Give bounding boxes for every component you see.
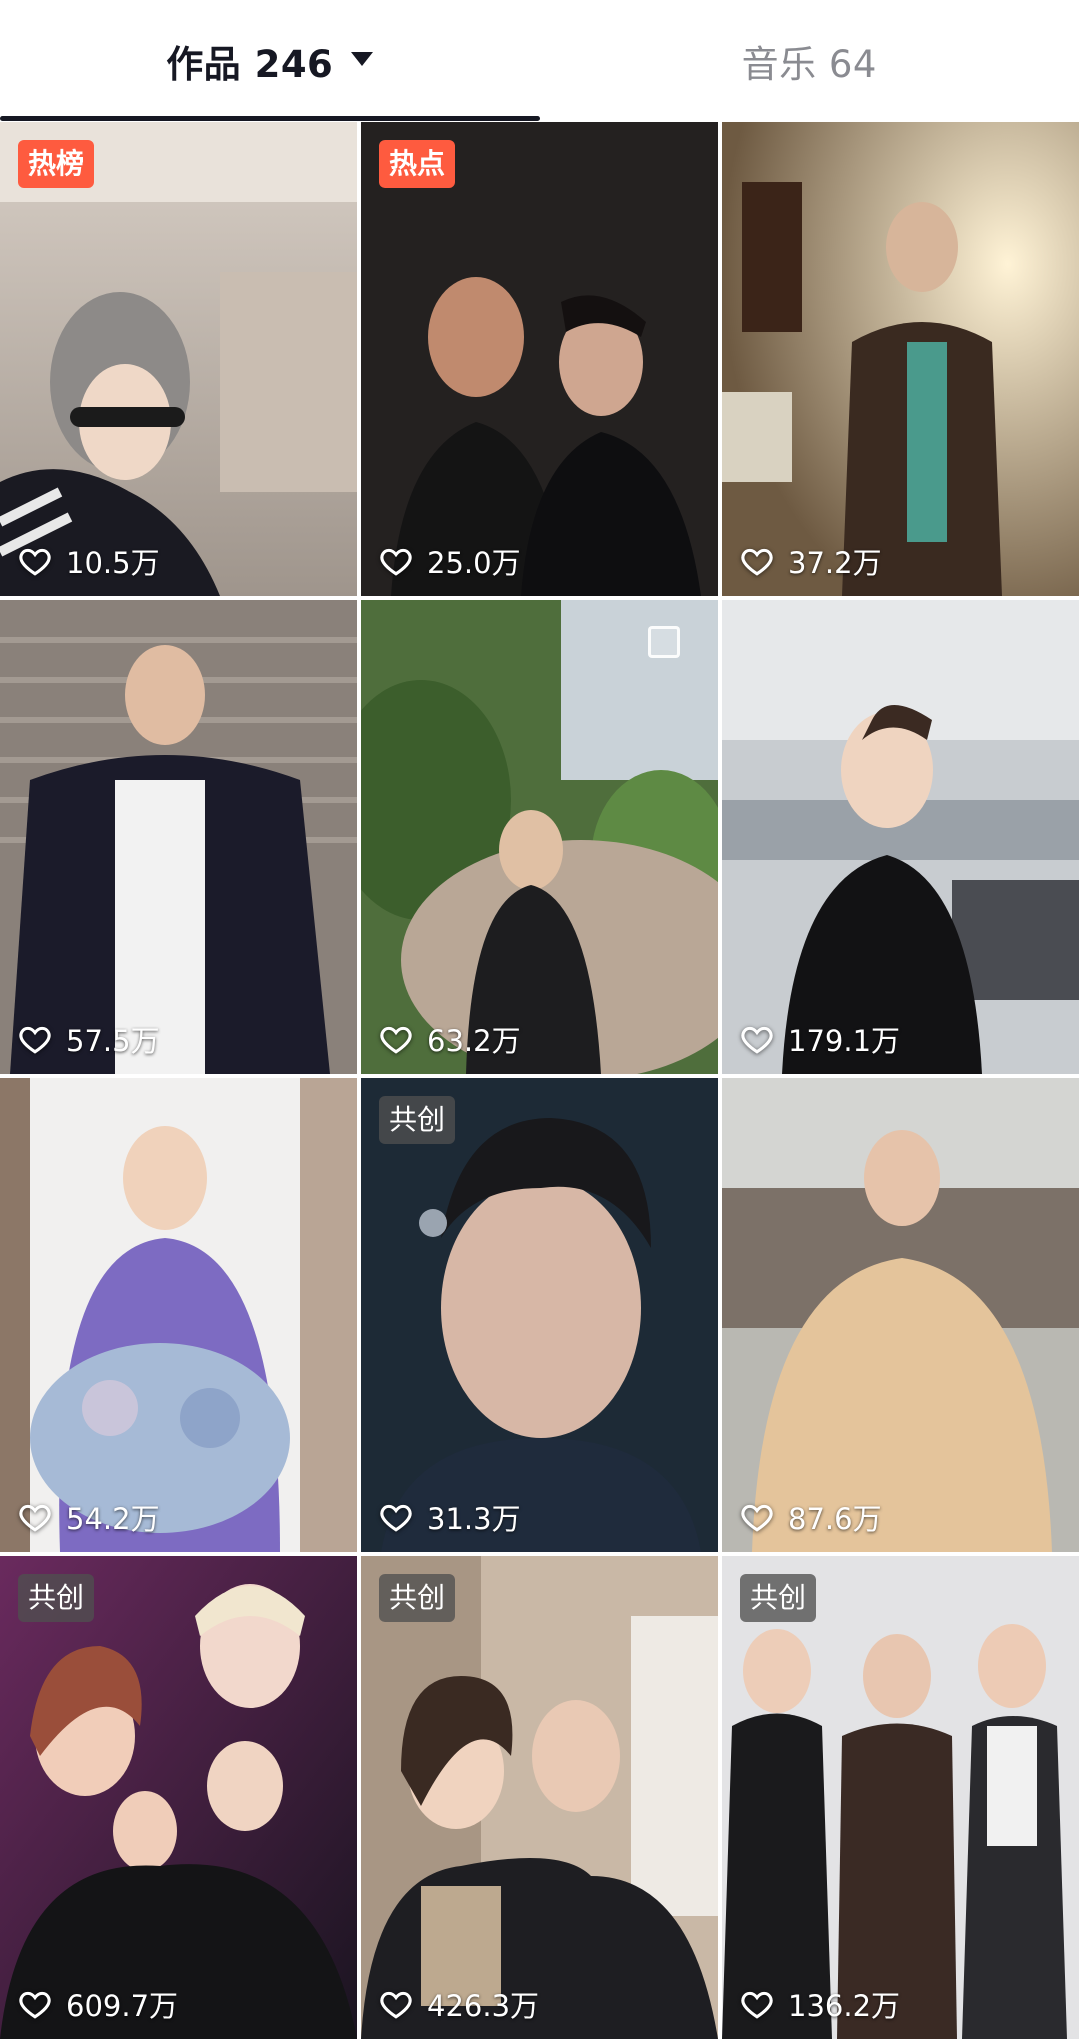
heart-outline-icon bbox=[380, 1026, 412, 1054]
video-thumbnail-1[interactable]: 热榜 10.5万 bbox=[0, 122, 357, 596]
like-count: 87.6万 bbox=[740, 1496, 882, 1538]
video-grid: 热榜 10.5万 热点 25.0万 37.2万 57.5万 63.2万 179.… bbox=[0, 122, 1079, 2039]
caret-down-icon[interactable] bbox=[351, 52, 374, 66]
like-count-text: 609.7万 bbox=[66, 1989, 179, 2023]
thumbnail-image bbox=[0, 600, 357, 1074]
like-count: 609.7万 bbox=[18, 1983, 178, 2025]
video-thumbnail-5[interactable]: 63.2万 bbox=[361, 600, 718, 1074]
co-creation-badge: 共创 bbox=[379, 1574, 456, 1622]
hot-ranking-badge: 热榜 bbox=[18, 140, 95, 188]
heart-outline-icon bbox=[19, 1991, 51, 2019]
thumbnail-image bbox=[722, 1556, 1079, 2039]
heart-outline-icon bbox=[19, 1026, 51, 1054]
like-count-text: 136.2万 bbox=[788, 1989, 901, 2023]
co-creation-badge: 共创 bbox=[740, 1574, 817, 1622]
heart-outline-icon bbox=[741, 1026, 773, 1054]
heart-outline-icon bbox=[380, 1504, 412, 1532]
co-creation-badge: 共创 bbox=[18, 1574, 95, 1622]
thumbnail-image bbox=[361, 1078, 718, 1552]
heart-outline-icon bbox=[741, 1991, 773, 2019]
tab-music[interactable]: 音乐 64 bbox=[540, 0, 1079, 122]
heart-outline-icon bbox=[741, 548, 773, 576]
heart-outline-icon bbox=[380, 548, 412, 576]
like-count: 25.0万 bbox=[379, 540, 521, 582]
profile-tab-bar: 作品 246 音乐 64 bbox=[0, 0, 1079, 122]
video-thumbnail-4[interactable]: 57.5万 bbox=[0, 600, 357, 1074]
trending-badge: 热点 bbox=[379, 140, 456, 188]
heart-outline-icon bbox=[19, 548, 51, 576]
heart-outline-icon bbox=[380, 1991, 412, 2019]
like-count-text: 25.0万 bbox=[427, 546, 521, 580]
like-count-text: 57.5万 bbox=[66, 1024, 160, 1058]
thumbnail-image bbox=[0, 122, 357, 596]
thumbnail-image bbox=[722, 122, 1079, 596]
like-count: 136.2万 bbox=[740, 1983, 900, 2025]
like-count-text: 31.3万 bbox=[427, 1502, 521, 1536]
like-count-text: 54.2万 bbox=[66, 1502, 160, 1536]
like-count: 54.2万 bbox=[18, 1496, 160, 1538]
like-count-text: 37.2万 bbox=[788, 546, 882, 580]
video-thumbnail-11[interactable]: 共创 426.3万 bbox=[361, 1556, 718, 2039]
like-count-text: 179.1万 bbox=[788, 1024, 901, 1058]
tab-works[interactable]: 作品 246 bbox=[0, 0, 540, 122]
thumbnail-image bbox=[361, 1556, 718, 2039]
like-count: 57.5万 bbox=[18, 1018, 160, 1060]
like-count: 426.3万 bbox=[379, 1983, 539, 2025]
video-thumbnail-9[interactable]: 87.6万 bbox=[722, 1078, 1079, 1552]
video-thumbnail-2[interactable]: 热点 25.0万 bbox=[361, 122, 718, 596]
like-count: 10.5万 bbox=[18, 540, 160, 582]
video-thumbnail-10[interactable]: 共创 609.7万 bbox=[0, 1556, 357, 2039]
thumbnail-image bbox=[0, 1556, 357, 2039]
thumbnail-image bbox=[361, 122, 718, 596]
tab-works-label: 作品 246 bbox=[166, 43, 334, 86]
like-count-text: 63.2万 bbox=[427, 1024, 521, 1058]
video-thumbnail-7[interactable]: 54.2万 bbox=[0, 1078, 357, 1552]
video-thumbnail-6[interactable]: 179.1万 bbox=[722, 600, 1079, 1074]
video-thumbnail-12[interactable]: 共创 136.2万 bbox=[722, 1556, 1079, 2039]
like-count-text: 87.6万 bbox=[788, 1502, 882, 1536]
thumbnail-image bbox=[722, 600, 1079, 1074]
like-count: 179.1万 bbox=[740, 1018, 900, 1060]
thumbnail-image bbox=[361, 600, 718, 1074]
thumbnail-image bbox=[0, 1078, 357, 1552]
heart-outline-icon bbox=[19, 1504, 51, 1532]
thumbnail-image bbox=[722, 1078, 1079, 1552]
like-count: 31.3万 bbox=[379, 1496, 521, 1538]
video-thumbnail-3[interactable]: 37.2万 bbox=[722, 122, 1079, 596]
co-creation-badge: 共创 bbox=[379, 1096, 456, 1144]
like-count: 37.2万 bbox=[740, 540, 882, 582]
tab-music-label: 音乐 64 bbox=[741, 43, 877, 86]
heart-outline-icon bbox=[741, 1504, 773, 1532]
like-count-text: 426.3万 bbox=[427, 1989, 540, 2023]
like-count: 63.2万 bbox=[379, 1018, 521, 1060]
video-thumbnail-8[interactable]: 共创 31.3万 bbox=[361, 1078, 718, 1552]
select-checkbox[interactable] bbox=[648, 626, 680, 658]
active-tab-indicator bbox=[0, 116, 540, 121]
like-count-text: 10.5万 bbox=[66, 546, 160, 580]
